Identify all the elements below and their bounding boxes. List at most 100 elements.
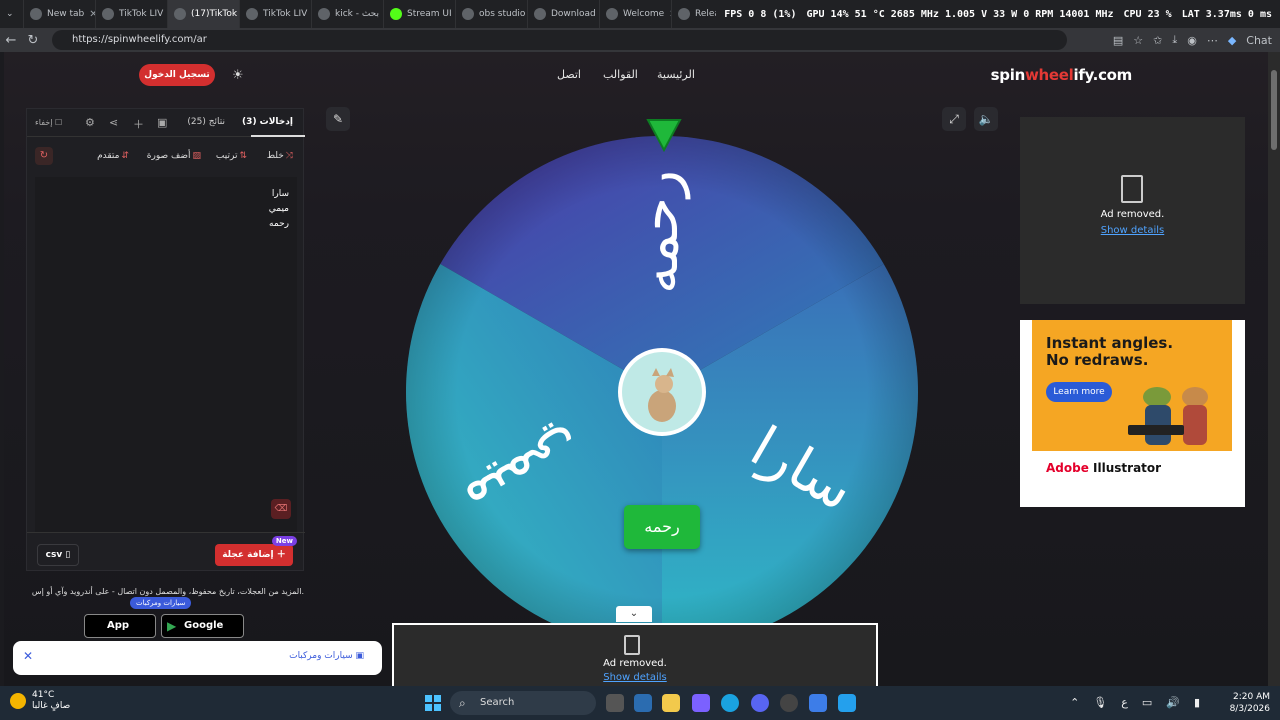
system-tray: ⌃ 🎙 ع ▭ 🔊 ▮	[1070, 696, 1200, 709]
back-icon[interactable]: ←	[0, 33, 22, 48]
battery-icon[interactable]: ▮	[1194, 696, 1200, 709]
nav-home[interactable]: الرئيسية	[657, 68, 695, 81]
site-logo[interactable]: spinwheelify.com	[991, 66, 1133, 84]
performance-overlay: FPS 0 8 (1%) GPU 14% 51 °C 2685 MHz 1.00…	[716, 0, 1280, 28]
edit-icon[interactable]: ✎	[326, 107, 350, 131]
edge-icon[interactable]	[721, 694, 739, 712]
adobe-logo: Adobe Illustrator	[1046, 461, 1162, 475]
browser-tab[interactable]: (17)TikTok✕	[168, 0, 240, 28]
sound-icon[interactable]: 🔈	[974, 107, 998, 131]
copilot-icon[interactable]: ◆	[1228, 34, 1236, 47]
language-icon[interactable]: ع	[1121, 696, 1128, 709]
close-icon[interactable]: ✕	[23, 649, 33, 663]
hide-checkbox[interactable]: إخفاء ☐	[35, 118, 62, 127]
reload-icon[interactable]: ↻	[22, 33, 44, 48]
sun-icon[interactable]: ☀	[232, 68, 244, 83]
cpu-readout: CPU 23 %	[1123, 8, 1172, 20]
adobe-ad[interactable]: Instant angles. No redraws. Learn more Ad…	[1020, 320, 1245, 507]
share-icon[interactable]: ⋖	[109, 116, 118, 129]
nav-contact[interactable]: اتصل	[557, 68, 581, 81]
browser-tab[interactable]: Stream UI✕	[384, 0, 456, 28]
app-icon[interactable]	[692, 694, 710, 712]
tab-results[interactable]: نتائج (25)	[187, 117, 225, 127]
tab-menu[interactable]: ⌄	[0, 0, 24, 28]
download-icon[interactable]: ⤓	[1172, 33, 1177, 47]
advanced-button[interactable]: متقدم ⇵	[97, 151, 129, 161]
tab-entries[interactable]: إدخالات (3)	[242, 117, 293, 127]
tiktok-icon	[102, 8, 114, 20]
star-icon[interactable]: ☆	[1133, 34, 1143, 47]
add-icon[interactable]: ＋	[133, 116, 144, 132]
show-details-link[interactable]: Show details	[1020, 225, 1245, 236]
learn-more-button[interactable]: Learn more	[1046, 382, 1112, 402]
mic-icon[interactable]: 🎙	[1093, 696, 1107, 709]
windows-taskbar: 41°C صافٍ غالبا ⌕ Search ⌃ 🎙 ع ▭ 🔊 ▮ 2:20 …	[0, 686, 1280, 720]
csv-button[interactable]: csv ▯	[37, 544, 79, 566]
taskbar-clock[interactable]: 2:20 AM 8/3/2026	[1230, 691, 1270, 715]
website-viewport: spinwheelify.com الرئيسية القوالب اتصل ت…	[4, 52, 1268, 686]
close-icon[interactable]: ✕	[89, 9, 95, 20]
shuffle-button[interactable]: خلط ⤨	[267, 151, 293, 161]
weather-widget[interactable]: 41°C صافٍ غالبا	[10, 690, 70, 712]
clear-icon[interactable]: ⌫	[271, 499, 291, 519]
ad-placeholder: Ad removed. Show details	[1020, 117, 1245, 304]
toolbar-icons: ▤ ☆ ✩ ⤓ ◉ ⋯ ◆ Chat	[1113, 28, 1272, 52]
list-item: رحمه	[269, 219, 289, 229]
browser-tab[interactable]: obs studio✕	[456, 0, 528, 28]
entries-textarea[interactable]	[35, 177, 297, 532]
windows-start-icon[interactable]	[425, 695, 441, 711]
browser-tab[interactable]: TikTok LIV✕	[240, 0, 312, 28]
browser-tab[interactable]: kick - بحث✕	[312, 0, 384, 28]
app-icon[interactable]	[838, 694, 856, 712]
ad-removed-text: Ad removed.	[603, 658, 667, 669]
add-wheel-button[interactable]: إضافة عجلة ＋	[215, 544, 293, 566]
discord-icon[interactable]	[751, 694, 769, 712]
more-icon[interactable]: ⋯	[1207, 34, 1218, 47]
entries-panel: إدخالات (3) نتائج (25) ▣ ＋ ⋖ ⚙ إخفاء ☐ خ…	[26, 108, 305, 572]
chevron-down-icon: ⌄	[6, 9, 14, 19]
reset-icon[interactable]: ↻	[35, 147, 53, 165]
sort-button[interactable]: ترتيب ⇅	[216, 151, 247, 161]
browser-tab[interactable]: New tab✕	[24, 0, 96, 28]
google-play-button[interactable]: ▶Google Play	[161, 614, 244, 653]
scrollbar[interactable]	[1268, 52, 1280, 686]
tab-favicon-icon	[30, 8, 42, 20]
obs-icon[interactable]	[780, 694, 798, 712]
chevron-down-icon[interactable]: ⌄	[616, 606, 652, 622]
panel-footer: إضافة عجلة ＋ New csv ▯	[27, 532, 305, 572]
globe-icon	[606, 8, 618, 20]
browser-tab[interactable]: Welcome✕	[600, 0, 672, 28]
shuffle-icon: ⤨	[285, 151, 293, 161]
url-field[interactable]: https://spinwheelify.com/ar	[52, 30, 1067, 50]
browser-tab[interactable]: TikTok LIV✕	[96, 0, 168, 28]
store-icon[interactable]	[634, 694, 652, 712]
new-badge: New	[271, 536, 297, 546]
nav-templates[interactable]: القوالب	[603, 68, 638, 81]
chat-button[interactable]: Chat	[1246, 34, 1272, 47]
active-tab-indicator	[251, 135, 305, 137]
app-icon[interactable]	[809, 694, 827, 712]
reader-icon[interactable]: ▤	[1113, 34, 1123, 47]
add-image-button[interactable]: أضف صورة ▨	[147, 151, 201, 161]
kick-icon	[390, 8, 402, 20]
network-icon[interactable]: ▭	[1142, 696, 1152, 709]
task-view-icon[interactable]	[606, 694, 624, 712]
volume-icon[interactable]: 🔊	[1166, 696, 1180, 709]
scrollbar-thumb[interactable]	[1271, 70, 1277, 150]
entries-list: سارا ميمي رحمه	[269, 187, 289, 232]
ad-removed-text: Ad removed.	[1100, 209, 1165, 220]
login-button[interactable]: تسجيل الدخول	[139, 64, 215, 86]
favorites-icon[interactable]: ✩	[1153, 34, 1162, 47]
gear-icon[interactable]: ⚙	[85, 116, 95, 129]
save-icon[interactable]: ▣	[157, 116, 167, 129]
browser-tab[interactable]: Download✕	[528, 0, 600, 28]
spin-wheel[interactable]: رحمهساراميمي	[406, 136, 918, 648]
avatar[interactable]: ◉	[1187, 34, 1197, 47]
category-badge[interactable]: سيارات ومركبات	[130, 597, 192, 609]
taskbar-search[interactable]: ⌕ Search	[450, 691, 596, 715]
fullscreen-icon[interactable]: ⤢	[942, 107, 966, 131]
show-details-link[interactable]: Show details	[394, 672, 876, 683]
chevron-up-icon[interactable]: ⌃	[1070, 696, 1079, 709]
app-store-button[interactable]: App Store	[84, 614, 156, 653]
folder-icon[interactable]	[662, 694, 680, 712]
